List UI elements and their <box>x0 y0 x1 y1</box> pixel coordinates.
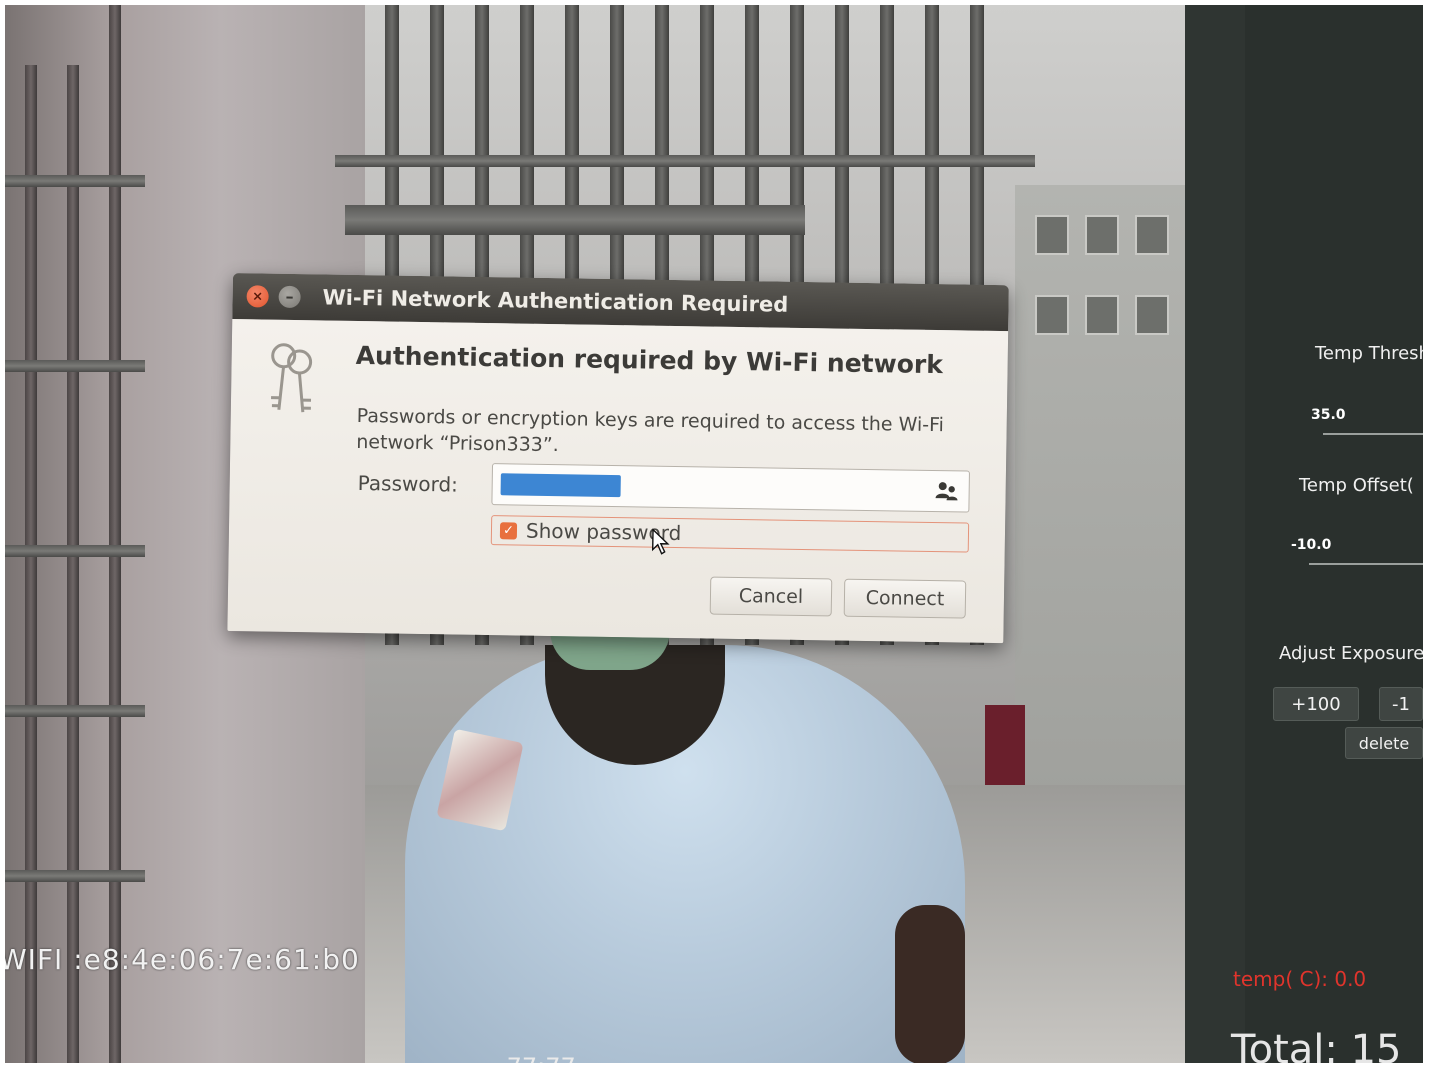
keys-icon <box>271 343 313 413</box>
cell-crossbar <box>5 175 145 187</box>
show-password-checkbox[interactable]: ✓ <box>499 522 518 540</box>
total-readout: Total: 15 <box>1231 1027 1402 1063</box>
gate-crossbar <box>345 205 805 235</box>
wifi-overlay-text: WIFI :e8:4e:06:7e:61:b0 <box>5 943 360 976</box>
dialog-description: Passwords or encryption keys are require… <box>356 404 945 457</box>
delete-button[interactable]: delete <box>1345 727 1423 759</box>
building-window <box>1085 295 1119 335</box>
exposure-plus-button[interactable]: +100 <box>1273 687 1359 721</box>
building-window <box>1135 295 1169 335</box>
cell-crossbar <box>5 545 145 557</box>
temp-offset-label: Temp Offset( <box>1299 475 1414 496</box>
wifi-auth-dialog: × – Wi-Fi Network Authentication Require… <box>227 273 1009 644</box>
exposure-minus-button[interactable]: -1 <box>1379 687 1423 721</box>
building-window <box>1035 215 1069 255</box>
building-window <box>1035 295 1069 335</box>
cell-crossbar <box>5 360 145 372</box>
adjust-exposure-label: Adjust Exposure <box>1279 643 1423 664</box>
photo-frame: WIFI :e8:4e:06:7e:61:b0 — 77:77 Temp Thr… <box>5 5 1423 1063</box>
temp-offset-value: -10.0 <box>1291 537 1332 553</box>
temp-offset-slider[interactable] <box>1309 563 1423 565</box>
show-password-toggle[interactable]: ✓ Show password <box>490 515 970 555</box>
dialog-heading: Authentication required by Wi-Fi network <box>355 340 944 380</box>
password-value <box>500 473 621 498</box>
cell-bar <box>109 5 121 1063</box>
bottom-overlay-text: — 77:77 <box>475 1053 576 1063</box>
person-arm <box>895 905 965 1063</box>
temp-threshold-label: Temp Thresh <box>1315 343 1423 364</box>
dialog-title: Wi-Fi Network Authentication Required <box>322 285 789 317</box>
dialog-body: Authentication required by Wi-Fi network… <box>227 318 1009 644</box>
password-input[interactable] <box>491 463 970 513</box>
close-icon[interactable]: × <box>246 285 269 308</box>
cell-bar <box>67 65 79 1063</box>
cell-crossbar <box>5 705 145 717</box>
temp-threshold-value: 35.0 <box>1311 407 1346 423</box>
building-window <box>1085 215 1119 255</box>
temp-threshold-slider[interactable] <box>1323 433 1423 435</box>
users-icon[interactable] <box>934 480 958 502</box>
cell-crossbar <box>5 870 145 882</box>
mouse-cursor-icon <box>651 528 670 555</box>
cell-bar <box>25 65 37 1063</box>
gate-crossbar <box>335 155 1035 167</box>
building-window <box>1135 215 1169 255</box>
temp-readout: temp( C): 0.0 <box>1233 967 1367 991</box>
control-panel-inner <box>1245 5 1423 1063</box>
minimize-icon[interactable]: – <box>278 285 301 309</box>
cancel-button[interactable]: Cancel <box>709 576 833 617</box>
connect-button[interactable]: Connect <box>843 578 967 619</box>
password-label: Password: <box>357 470 459 497</box>
